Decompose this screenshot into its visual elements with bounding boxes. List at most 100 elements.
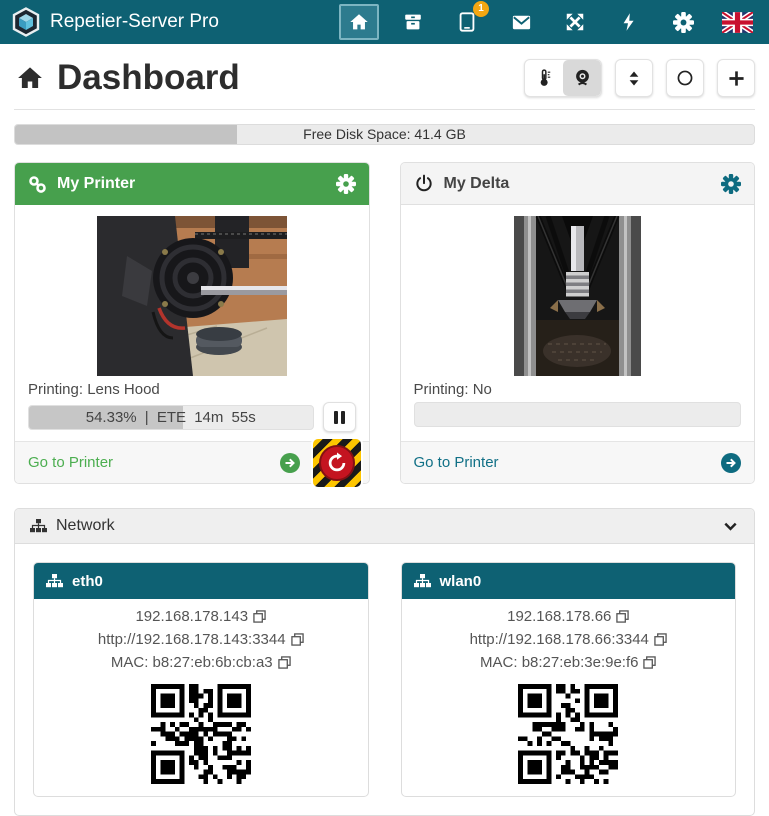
add-printer-button[interactable] — [717, 59, 755, 97]
printing-status: Printing: Lens Hood — [28, 381, 356, 398]
interface-header: eth0 — [34, 563, 368, 599]
envelope-icon — [510, 11, 533, 34]
page-title-text: Dashboard — [57, 58, 240, 98]
copy-icon[interactable] — [291, 631, 304, 652]
sitemap-network-icon — [414, 574, 431, 588]
print-progress-bar — [414, 402, 742, 427]
brand-title: Repetier-Server Pro — [50, 11, 219, 33]
sitemap-network-icon — [30, 519, 47, 533]
navbar-icons: 1 — [339, 4, 757, 40]
nav-print-queue-button[interactable] — [393, 4, 433, 40]
thermometer-icon — [534, 67, 554, 89]
interface-name: eth0 — [72, 573, 103, 590]
emergency-stop-button[interactable] — [313, 439, 361, 487]
printer-name: My Delta — [444, 175, 510, 193]
nav-messages-button[interactable] — [501, 4, 541, 40]
interface-ip: 192.168.178.143 — [135, 608, 248, 625]
interface-name: wlan0 — [440, 573, 482, 590]
go-to-printer-link[interactable]: Go to Printer — [28, 454, 113, 471]
archive-box-icon — [402, 11, 424, 33]
circle-icon — [676, 69, 694, 87]
lightning-bolt-icon — [619, 11, 639, 33]
copy-icon[interactable] — [253, 608, 266, 629]
copy-icon[interactable] — [278, 654, 291, 675]
print-progress-row: 54.33% | ETE 14m 55s — [28, 402, 356, 432]
home-icon — [14, 63, 46, 93]
printer-card-header: My Printer — [15, 163, 369, 205]
copy-icon[interactable] — [654, 631, 667, 652]
gear-icon — [673, 12, 694, 33]
printer-card-header: My Delta — [401, 163, 755, 205]
printer-name: My Printer — [57, 175, 135, 193]
network-card-wlan0: wlan0 192.168.178.66 http://192.168.178.… — [401, 562, 737, 797]
brand[interactable]: Repetier-Server Pro — [12, 7, 219, 37]
notification-badge: 1 — [473, 1, 489, 17]
nav-home-button[interactable] — [339, 4, 379, 40]
copy-icon[interactable] — [643, 654, 656, 675]
network-panel-body: eth0 192.168.178.143 http://192.168.178.… — [15, 544, 754, 815]
printer-settings-gear-icon[interactable] — [721, 174, 741, 194]
nav-devices-button[interactable]: 1 — [447, 4, 487, 40]
view-toggle-group — [524, 59, 602, 97]
interface-mac: MAC: b8:27:eb:3e:9e:f6 — [480, 654, 638, 671]
header-divider — [14, 109, 755, 110]
network-card-eth0: eth0 192.168.178.143 http://192.168.178.… — [33, 562, 369, 797]
navbar: Repetier-Server Pro 1 — [0, 0, 769, 44]
interface-details: 192.168.178.143 http://192.168.178.143:3… — [34, 599, 368, 796]
webcam-view-button[interactable] — [563, 60, 601, 96]
printer-card-footer: Go to Printer — [401, 441, 755, 483]
printer-cards-row: My Printer — [14, 162, 755, 484]
uk-flag-icon — [722, 12, 753, 33]
print-progress-row — [414, 402, 742, 427]
nav-fullscreen-button[interactable] — [555, 4, 595, 40]
sort-up-down-icon — [627, 70, 641, 87]
chevron-down-icon[interactable] — [722, 518, 739, 535]
interface-details: 192.168.178.66 http://192.168.178.66:334… — [402, 599, 736, 796]
network-panel: Network eth0 192.168.178.143 ht — [14, 508, 755, 816]
expand-arrows-icon — [564, 11, 586, 33]
webcam-image-my-printer — [28, 216, 356, 376]
app-logo-icon — [12, 7, 40, 37]
webcam-icon — [572, 67, 593, 89]
page-header: Dashboard — [14, 58, 755, 98]
print-progress-text: 54.33% | ETE 14m 55s — [29, 406, 313, 429]
interface-header: wlan0 — [402, 563, 736, 599]
copy-icon[interactable] — [616, 608, 629, 629]
qr-code — [518, 684, 618, 784]
header-actions — [524, 59, 755, 97]
emergency-stop-icon — [319, 445, 355, 481]
network-panel-title: Network — [56, 517, 115, 535]
sitemap-network-icon — [46, 574, 63, 588]
qr-code — [151, 684, 251, 784]
printer-card-my-delta: My Delta — [400, 162, 756, 484]
printer-card-footer: Go to Printer — [15, 441, 369, 483]
home-icon — [348, 11, 370, 33]
interface-url: http://192.168.178.143:3344 — [98, 631, 286, 648]
page-title: Dashboard — [14, 58, 240, 98]
printing-status: Printing: No — [414, 381, 742, 398]
nav-power-button[interactable] — [609, 4, 649, 40]
nav-settings-button[interactable] — [663, 4, 703, 40]
network-panel-header[interactable]: Network — [15, 509, 754, 544]
arrow-circle-right-icon[interactable] — [280, 453, 300, 473]
print-progress-bar: 54.33% | ETE 14m 55s — [28, 405, 314, 430]
go-to-printer-link[interactable]: Go to Printer — [414, 454, 499, 471]
printer-card-my-printer: My Printer — [14, 162, 370, 484]
pause-print-button[interactable] — [323, 402, 356, 432]
plus-icon — [728, 70, 745, 87]
webcam-image-my-delta — [414, 216, 742, 376]
printer-card-body: Printing: Lens Hood 54.33% | ETE 14m 55s — [15, 205, 369, 441]
chain-link-icon — [28, 175, 47, 194]
language-flag-button[interactable] — [717, 4, 757, 40]
sort-printers-button[interactable] — [615, 59, 653, 97]
interface-mac: MAC: b8:27:eb:6b:cb:a3 — [111, 654, 273, 671]
arrow-circle-right-icon[interactable] — [721, 453, 741, 473]
interface-url: http://192.168.178.66:3344 — [470, 631, 649, 648]
free-disk-space-bar: Free Disk Space: 41.4 GB — [14, 124, 755, 145]
temperature-view-button[interactable] — [525, 60, 563, 96]
circle-status-button[interactable] — [666, 59, 704, 97]
interface-ip: 192.168.178.66 — [507, 608, 611, 625]
power-off-icon — [414, 174, 434, 194]
printer-card-body: Printing: No — [401, 205, 755, 436]
printer-settings-gear-icon[interactable] — [336, 174, 356, 194]
